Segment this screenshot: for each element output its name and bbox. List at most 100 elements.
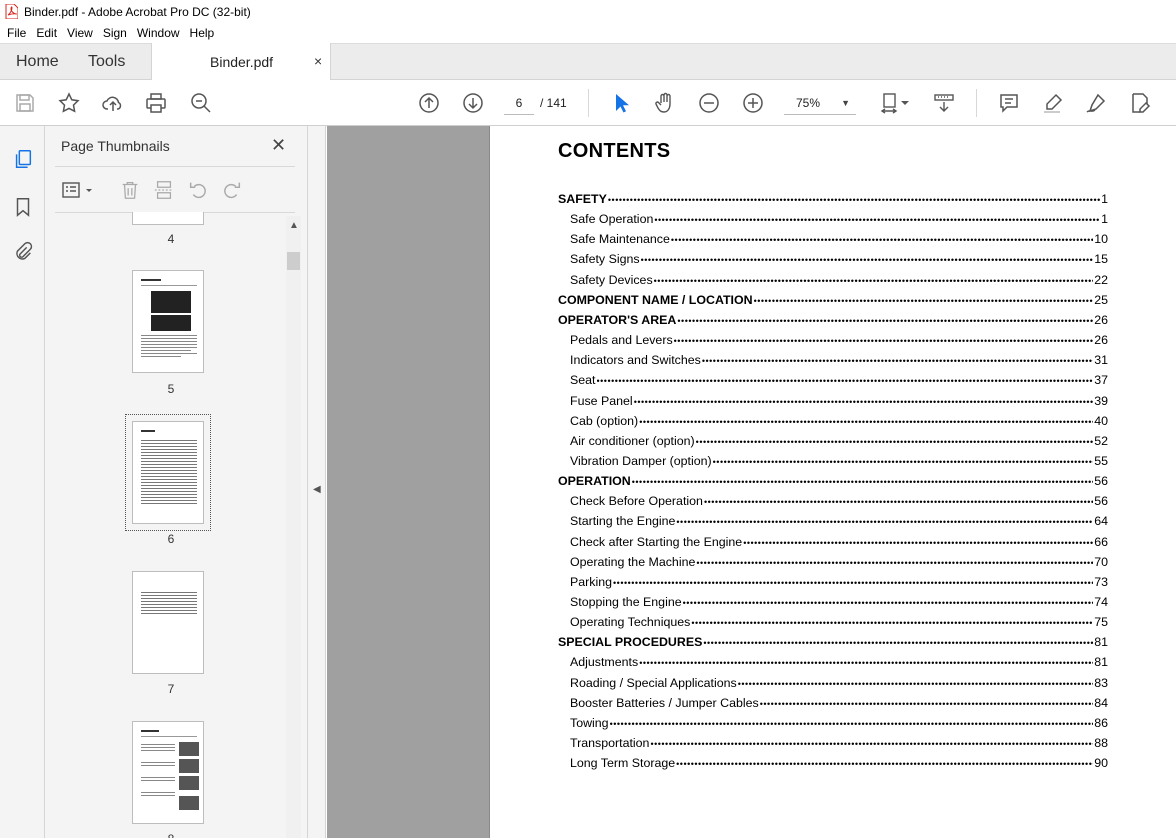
toc-entry[interactable]: OPERATOR'S AREA •••••••••••••••••••••••••… [558, 313, 1108, 333]
toc-entry-title: Fuse Panel [570, 393, 633, 408]
thumbnail-page-4[interactable] [132, 212, 204, 225]
thumbnail-page-7[interactable] [132, 571, 204, 674]
toc-entry[interactable]: Check after Starting the Engine •••••••••… [558, 535, 1108, 555]
previous-page-icon[interactable] [416, 90, 442, 116]
page-preview [141, 430, 197, 504]
highlight-pen-icon[interactable] [1040, 90, 1066, 116]
toc-entry[interactable]: Check Before Operation ••••••••••••••••••… [558, 494, 1108, 514]
toc-entry[interactable]: OPERATION •••••••••••••••••••••••••••••••… [558, 474, 1108, 494]
toc-entry[interactable]: SPECIAL PROCEDURES ••••••••••••••••••••••… [558, 635, 1108, 655]
tab-home[interactable]: Home [16, 53, 59, 71]
toc-entry-title: COMPONENT NAME / LOCATION [558, 292, 753, 307]
attachment-paperclip-icon[interactable] [10, 239, 36, 265]
collapse-panel-arrow-icon[interactable]: ◀ [313, 484, 321, 495]
toc-entry[interactable]: Adjustments •••••••••••••••••••••••••••••… [558, 655, 1108, 675]
select-cursor-icon[interactable] [608, 90, 634, 116]
save-icon[interactable] [12, 90, 38, 116]
panel-splitter[interactable]: ◀ [308, 126, 326, 838]
bookmark-star-icon[interactable] [56, 90, 82, 116]
toc-entry[interactable]: Booster Batteries / Jumper Cables •••••••… [558, 696, 1108, 716]
comment-icon[interactable] [996, 90, 1022, 116]
toc-entry[interactable]: Indicators and Switches •••••••••••••••••… [558, 353, 1108, 373]
toc-entry[interactable]: Safety Signs ••••••••••••••••••••••••••••… [558, 252, 1108, 272]
delete-trash-icon[interactable] [119, 178, 141, 202]
page-number-input[interactable]: 6 [504, 91, 534, 115]
edit-pdf-icon[interactable] [1127, 90, 1153, 116]
thumbnail-label: 6 [167, 532, 175, 546]
zoom-level-select[interactable]: 75% ▼ [784, 91, 856, 115]
menu-sign[interactable]: Sign [98, 26, 132, 40]
toc-entry-title: Adjustments [570, 655, 639, 670]
toc-entry[interactable]: Roading / Special Applications ••••••••••… [558, 676, 1108, 696]
toc-entry[interactable]: Cab (option) ••••••••••••••••••••••••••••… [558, 414, 1108, 434]
tab-close-icon[interactable]: × [314, 53, 322, 69]
toc-entry[interactable]: SAFETY ••••••••••••••••••••••••••••••••••… [558, 192, 1108, 212]
toc-entry[interactable]: Operating the Machine •••••••••••••••••••… [558, 555, 1108, 575]
thumbnail-page-6[interactable] [132, 421, 204, 524]
thumbnail-page-8[interactable] [132, 721, 204, 824]
menu-view[interactable]: View [62, 26, 98, 40]
page-preview [141, 279, 197, 357]
toc-entry[interactable]: Safe Maintenance ••••••••••••••••••••••••… [558, 232, 1108, 252]
cloud-upload-icon[interactable] [100, 90, 126, 116]
toc-leader-dots: ••••••••••••••••••••••••••••••••••••••••… [607, 195, 1101, 205]
page-thumbnails-icon[interactable] [10, 146, 36, 172]
menu-window[interactable]: Window [132, 26, 185, 40]
toc-entry-page: 64 [1094, 514, 1108, 529]
toc-entry[interactable]: Seat ••••••••••••••••••••••••••••••••••••… [558, 373, 1108, 393]
next-page-icon[interactable] [460, 90, 486, 116]
document-view[interactable]: CONTENTS SAFETY •••••••••••••••••••••••••… [327, 126, 1176, 838]
scroll-thumb[interactable] [287, 252, 300, 270]
toc-entry-title: Air conditioner (option) [570, 433, 695, 448]
thumbnail-scrollbar[interactable]: ▲ [286, 216, 301, 838]
toc-entry-page: 83 [1094, 675, 1108, 690]
toc-entry-title: Stopping the Engine [570, 595, 682, 609]
toc-entry[interactable]: Towing ••••••••••••••••••••••••••••••••••… [558, 716, 1108, 736]
toc-leader-dots: ••••••••••••••••••••••••••••••••••••••••… [673, 336, 1094, 347]
toc-entry[interactable]: Long Term Storage •••••••••••••••••••••••… [558, 756, 1108, 776]
close-icon[interactable]: ✕ [271, 135, 286, 156]
toc-entry[interactable]: Vibration Damper (option) •••••••••••••••… [558, 454, 1108, 474]
toc-entry-title: Parking [570, 574, 613, 589]
toc-entry[interactable]: Operating Techniques ••••••••••••••••••••… [558, 615, 1108, 635]
toc-entry-page: 1 [1101, 192, 1108, 206]
scroll-up-arrow-icon[interactable]: ▲ [289, 220, 299, 231]
sign-pen-icon[interactable] [1083, 90, 1109, 116]
toc-entry[interactable]: Fuse Panel ••••••••••••••••••••••••••••••… [558, 394, 1108, 414]
fit-options-chevron-icon[interactable] [899, 90, 911, 116]
extract-pages-icon[interactable] [153, 178, 175, 202]
tab-tools[interactable]: Tools [88, 53, 125, 71]
rotate-counterclockwise-icon[interactable] [187, 178, 209, 202]
scroll-mode-icon[interactable] [931, 90, 957, 116]
menu-help[interactable]: Help [185, 26, 220, 40]
menu-file[interactable]: File [2, 26, 31, 40]
toc-entry[interactable]: COMPONENT NAME / LOCATION •••••••••••••••… [558, 293, 1108, 313]
thumbnail-page-5[interactable] [132, 270, 204, 373]
toc-entry-page: 26 [1094, 333, 1108, 348]
toc-entry-title: Safety Devices [570, 272, 653, 287]
zoom-out-icon[interactable] [696, 90, 722, 116]
toc-entry[interactable]: Pedals and Levers •••••••••••••••••••••••… [558, 333, 1108, 353]
hand-tool-icon[interactable] [652, 90, 678, 116]
toc-leader-dots: ••••••••••••••••••••••••••••••••••••••••… [654, 215, 1100, 226]
toc-leader-dots: ••••••••••••••••••••••••••••••••••••••••… [639, 416, 1093, 427]
bookmark-icon[interactable] [10, 194, 36, 220]
toc-entry[interactable]: Parking •••••••••••••••••••••••••••••••••… [558, 575, 1108, 595]
thumbnail-options-icon[interactable] [61, 178, 95, 202]
tab-document[interactable]: Binder.pdf × [151, 43, 331, 81]
rotate-clockwise-icon[interactable] [221, 178, 243, 202]
toc-entry-title: Operating the Machine [570, 554, 696, 569]
print-icon[interactable] [143, 90, 169, 116]
toc-entry[interactable]: Safe Operation ••••••••••••••••••••••••••… [558, 212, 1108, 232]
toc-leader-dots: ••••••••••••••••••••••••••••••••••••••••… [650, 739, 1093, 750]
toc-entry[interactable]: Stopping the Engine •••••••••••••••••••••… [558, 595, 1108, 615]
toc-entry[interactable]: Starting the Engine •••••••••••••••••••••… [558, 514, 1108, 534]
pdf-page: CONTENTS SAFETY •••••••••••••••••••••••••… [489, 126, 1176, 838]
menu-edit[interactable]: Edit [31, 26, 62, 40]
zoom-in-icon[interactable] [740, 90, 766, 116]
toc-entry[interactable]: Safety Devices ••••••••••••••••••••••••••… [558, 273, 1108, 293]
zoom-search-icon[interactable] [188, 90, 214, 116]
toc-entry[interactable]: Transportation ••••••••••••••••••••••••••… [558, 736, 1108, 756]
toc-entry[interactable]: Air conditioner (option) ••••••••••••••••… [558, 434, 1108, 454]
toc-entry-title: Check Before Operation [570, 494, 703, 509]
